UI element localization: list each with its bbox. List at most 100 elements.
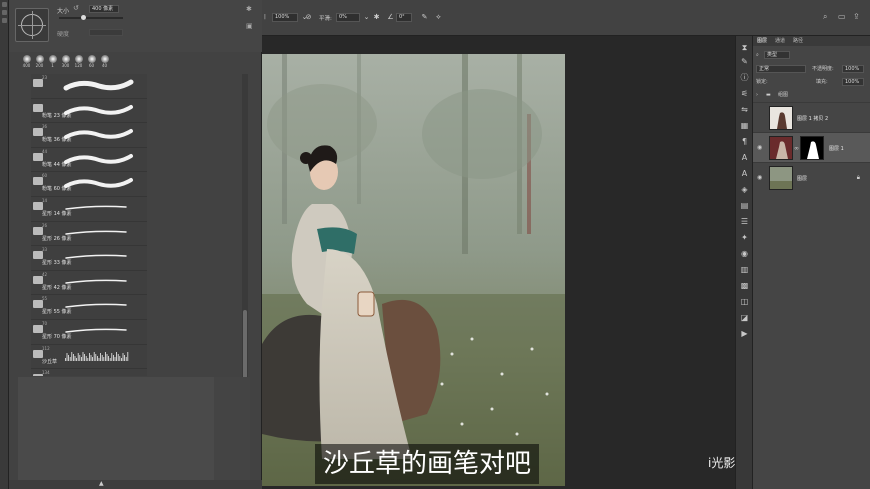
info-icon[interactable]: ⓘ <box>739 72 750 83</box>
fill-field[interactable]: 100% <box>842 78 864 86</box>
layer-name[interactable]: 图层 <box>797 175 807 182</box>
search-icon: ⌕ <box>756 52 759 58</box>
layer-row-selected[interactable]: ◉ ∞ 图层 1 <box>753 132 870 162</box>
link-icon[interactable]: ∞ <box>794 145 799 152</box>
flow-field[interactable]: 0% <box>336 13 360 22</box>
layer-name[interactable]: 图层 1 <box>829 145 844 152</box>
brush-list-item[interactable]: 36 粉笔 36 像素 <box>31 123 147 148</box>
brush-preset-swatch[interactable]: 40 <box>99 54 110 72</box>
brush-preset-swatch[interactable]: 200 <box>34 54 45 72</box>
patterns-icon[interactable]: ▩ <box>739 280 750 291</box>
search-icon[interactable]: ⌕ <box>823 12 827 22</box>
brush-list-item[interactable]: 55 星形 55 像素 <box>31 295 147 320</box>
fill-label: 填充: <box>816 79 828 85</box>
character-icon[interactable]: A <box>739 152 750 163</box>
canvas-area[interactable] <box>262 36 735 489</box>
hardness-slider[interactable] <box>89 29 123 36</box>
properties-icon[interactable]: ☰ <box>739 216 750 227</box>
collapse-up-icon[interactable]: ▲ <box>99 480 104 487</box>
brush-preset-swatch[interactable]: 60 <box>86 54 97 72</box>
share-icon[interactable]: ⇪ <box>853 12 860 21</box>
zoom-field[interactable]: 100% <box>272 13 298 22</box>
gear-icon[interactable]: ✱ <box>246 5 252 13</box>
brush-preset-swatch[interactable]: 400 <box>21 54 32 72</box>
brush-list-item[interactable]: 14 星形 14 像素 <box>31 197 147 222</box>
layer-comps-icon[interactable]: ◈ <box>739 184 750 195</box>
eye-icon[interactable]: ◉ <box>757 174 762 181</box>
brush-preset-swatch[interactable]: 300 <box>60 54 71 72</box>
navigator-icon[interactable]: ▶ <box>739 328 750 339</box>
scrollbar-thumb[interactable] <box>243 310 247 380</box>
tool-icon[interactable] <box>2 18 7 23</box>
history-icon[interactable]: ⧗ <box>739 42 750 53</box>
size-slider-knob[interactable] <box>81 15 86 20</box>
gradients-icon[interactable]: ▥ <box>739 264 750 275</box>
angle-icon[interactable]: ∠ <box>386 13 395 22</box>
opacity-field[interactable]: 100% <box>842 65 864 73</box>
glyphs-icon[interactable]: A <box>739 168 750 179</box>
brush-list-item[interactable]: 44 粉笔 44 像素 <box>31 148 147 173</box>
brush-stroke-preview <box>65 205 127 210</box>
tool-icon[interactable] <box>2 2 7 7</box>
layer-row[interactable]: 图层 1 拷贝 2 <box>753 102 870 132</box>
tool-icon[interactable] <box>2 10 7 15</box>
blend-mode-select[interactable]: 正常 <box>756 65 806 73</box>
brush-list-item[interactable]: 112 沙丘草 <box>31 345 147 370</box>
brush-list-item[interactable]: 23 <box>31 74 147 99</box>
brush-size-number: 33 <box>42 247 48 253</box>
brush-list-item[interactable]: 60 粉笔 60 像素 <box>31 172 147 197</box>
symmetry-icon[interactable]: ⟡ <box>434 13 443 22</box>
brush-list-item[interactable]: 33 星形 33 像素 <box>31 246 147 271</box>
brush-stroke-preview <box>65 230 127 235</box>
size-slider[interactable] <box>59 15 123 20</box>
pressure-icon[interactable]: ⊘ <box>304 13 313 22</box>
brush-tip-icon <box>87 55 96 63</box>
layer-name[interactable]: 图层 1 拷贝 2 <box>797 115 828 122</box>
reset-icon[interactable]: ↺ <box>73 4 79 12</box>
tab-paths[interactable]: 路径 <box>793 37 803 44</box>
angle-field[interactable]: 0° <box>396 13 412 22</box>
libraries-icon[interactable]: ✦ <box>739 232 750 243</box>
color-wheel-icon[interactable]: ◉ <box>739 248 750 259</box>
notes-icon[interactable]: ▤ <box>739 200 750 211</box>
filter-select[interactable]: 类型 <box>764 51 790 59</box>
chevron-right-icon[interactable]: › <box>756 92 758 98</box>
brush-preset-swatch[interactable]: 120 <box>73 54 84 72</box>
brush-angle-widget[interactable] <box>15 8 49 42</box>
paragraph-icon[interactable]: ¶ <box>739 136 750 147</box>
list-scrollbar[interactable] <box>242 74 248 380</box>
styles-icon[interactable]: ◪ <box>739 312 750 323</box>
swatches-icon[interactable]: ▦ <box>739 120 750 131</box>
channels-icon[interactable]: ⇋ <box>739 104 750 115</box>
lock-row: 锁定: 填充: 100% <box>756 78 864 87</box>
brush-list-item[interactable]: 70 星形 70 像素 <box>31 320 147 345</box>
brush-list-item[interactable]: 26 星形 26 像素 <box>31 222 147 247</box>
lock-icon[interactable]: 🔒︎ <box>857 174 860 182</box>
workspace-icon[interactable]: ▭ <box>838 12 846 21</box>
brush-preset-swatch[interactable]: 1 <box>47 54 58 72</box>
layer-thumbnail <box>769 106 793 130</box>
size-input[interactable]: 400 像素 <box>89 5 119 13</box>
brush-panel-icon[interactable]: ✎ <box>739 56 750 67</box>
adjust-icon[interactable]: ⚟ <box>739 88 750 99</box>
dropdown-icon[interactable]: ⌄ <box>362 13 371 22</box>
shapes-icon[interactable]: ◫ <box>739 296 750 307</box>
brush-size-number: 26 <box>42 222 48 228</box>
pressure-size-icon[interactable]: ✎ <box>420 13 429 22</box>
layer-thumbnail <box>769 166 793 190</box>
brush-list-item[interactable]: 134 <box>31 369 147 376</box>
tab-channels[interactable]: 通道 <box>775 37 785 44</box>
layer-row[interactable]: ◉ 图层 🔒︎ <box>753 162 870 192</box>
eye-icon[interactable]: ◉ <box>757 144 762 151</box>
layer-group[interactable]: › ▬ 组图 <box>756 91 788 100</box>
brush-list-item[interactable]: 粉笔 23 像素 <box>31 99 147 124</box>
preset-size-label: 400 <box>22 63 31 68</box>
layer-mask-thumbnail[interactable] <box>800 136 824 160</box>
new-preset-icon[interactable]: ▣ <box>246 22 253 30</box>
brush-thumbnail-icon <box>33 300 43 309</box>
settings-gear-icon[interactable]: ✱ <box>372 13 381 22</box>
brush-tip-icon <box>61 55 70 63</box>
tab-layers[interactable]: 图层 <box>757 37 767 44</box>
brush-size-number: 134 <box>42 370 50 376</box>
brush-list-item[interactable]: 42 星形 42 像素 <box>31 271 147 296</box>
